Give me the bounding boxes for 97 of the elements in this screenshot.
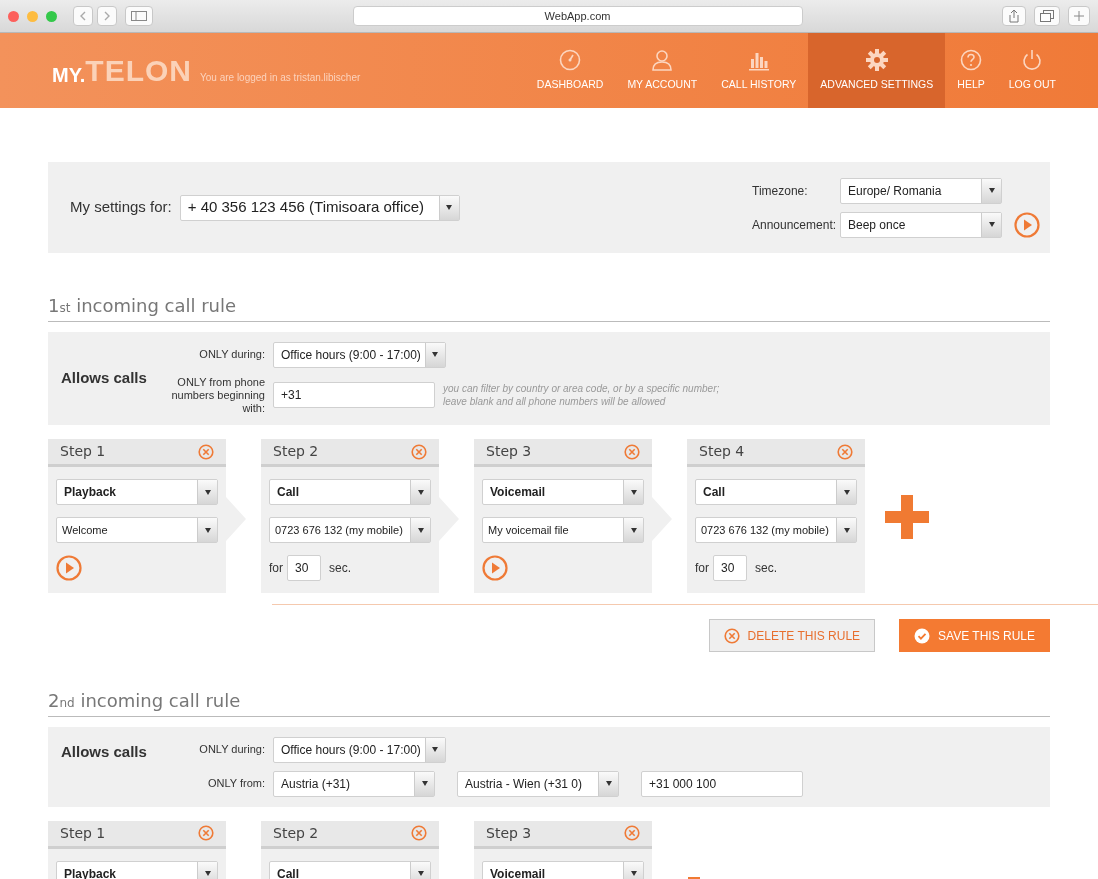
text-field[interactable]: +31 — [273, 382, 435, 409]
close-icon[interactable] — [837, 443, 853, 460]
duration-field[interactable]: 30 — [713, 555, 747, 582]
login-text: You are logged in as tristan.libischer — [200, 71, 361, 85]
caret-icon — [836, 480, 856, 505]
step-title: Step 3 — [486, 823, 532, 843]
step-title: Step 3 — [486, 442, 532, 462]
dropdown[interactable]: Playback — [56, 479, 218, 506]
dropdown[interactable]: Europe/ Romania — [840, 177, 1002, 204]
close-icon[interactable] — [198, 825, 214, 842]
caret-icon — [598, 771, 618, 796]
unit-label: sec. — [329, 560, 352, 578]
duration-field[interactable]: 30 — [287, 555, 321, 582]
address-bar[interactable]: WebApp.com — [352, 6, 803, 26]
caret-icon — [424, 342, 445, 367]
caret-icon — [981, 178, 1001, 203]
share-button[interactable] — [1002, 6, 1026, 26]
close-icon[interactable] — [411, 443, 427, 460]
dropdown[interactable]: 0723 676 132 (my mobile) — [695, 517, 857, 544]
caret-icon — [438, 195, 459, 220]
dropdown[interactable]: Call — [695, 479, 857, 506]
logo-text: TELON — [85, 53, 192, 89]
caret-icon — [623, 480, 643, 505]
dropdown[interactable]: Voicemail — [482, 860, 644, 879]
dropdown[interactable]: Call — [269, 860, 431, 879]
caret-icon — [981, 212, 1001, 237]
user-icon — [651, 48, 674, 71]
step-title: Step 1 — [60, 442, 106, 462]
tabs-icon — [1040, 10, 1054, 22]
caret-icon — [410, 518, 430, 543]
field-label: Announcement: — [752, 216, 838, 234]
dropdown[interactable]: Beep once — [840, 211, 1002, 238]
field-label: ONLY from: — [206, 777, 265, 791]
step-title: Step 1 — [60, 823, 106, 843]
window-control-icon[interactable] — [8, 10, 19, 22]
dropdown[interactable]: Welcome — [56, 517, 218, 544]
plus-icon — [1074, 11, 1084, 21]
caret-icon — [424, 737, 445, 762]
caret-icon — [197, 518, 217, 543]
new-tab-button[interactable] — [1068, 6, 1090, 26]
chevron-left-icon — [79, 11, 87, 21]
logo-text: MY. — [52, 64, 86, 88]
window-control-icon[interactable] — [46, 10, 57, 22]
close-icon — [723, 627, 740, 644]
text-field[interactable]: +31 000 100 — [641, 770, 803, 797]
dropdown[interactable]: Office hours (9:00 - 17:00) — [273, 736, 446, 763]
dropdown[interactable]: Office hours (9:00 - 17:00) — [273, 341, 446, 368]
sidebar-icon — [131, 11, 147, 21]
sidebar-button[interactable] — [125, 6, 153, 26]
dropdown[interactable]: + 40 356 123 456 (Timisoara office) — [179, 194, 460, 221]
gauge-icon — [559, 48, 582, 71]
dropdown[interactable]: My voicemail file — [482, 517, 644, 544]
allows-label: Allows calls — [61, 741, 148, 762]
caret-icon — [623, 861, 643, 879]
dropdown[interactable]: Call — [269, 479, 431, 506]
step-title: Step 4 — [699, 442, 745, 462]
window-control-icon[interactable] — [27, 10, 38, 22]
step-title: Step 2 — [273, 442, 319, 462]
caret-icon — [836, 518, 856, 543]
share-icon — [1008, 9, 1020, 23]
close-icon[interactable] — [411, 825, 427, 842]
play-icon[interactable] — [1014, 211, 1040, 238]
caret-icon — [414, 771, 434, 796]
hint-text: you can filter by country or area code, or by a specific number; leave blank and all phone numbers will be allowed — [443, 382, 721, 409]
caret-icon — [197, 480, 217, 505]
add-step-icon[interactable] — [885, 495, 929, 540]
field-label: Timezone: — [752, 182, 809, 200]
unit-label: for — [695, 560, 709, 578]
settings-label: My settings for: — [70, 197, 172, 218]
field-label: ONLY from phone numbers beginning with: — [170, 375, 265, 416]
caret-icon — [410, 861, 430, 879]
forward-button[interactable] — [97, 6, 117, 26]
unit-label: sec. — [755, 560, 778, 578]
help-icon — [960, 48, 982, 71]
check-icon — [914, 627, 931, 644]
back-button[interactable] — [73, 6, 93, 26]
caret-icon — [197, 861, 217, 879]
close-icon[interactable] — [624, 443, 640, 460]
close-icon[interactable] — [198, 443, 214, 460]
chevron-right-icon — [103, 11, 111, 21]
nav-item[interactable]: ADVANCED SETTINGS — [808, 33, 946, 108]
caret-icon — [410, 480, 430, 505]
play-icon[interactable] — [56, 555, 82, 582]
dropdown[interactable]: Voicemail — [482, 479, 644, 506]
unit-label: for — [269, 560, 283, 578]
dropdown[interactable]: Austria - Wien (+31 0) — [457, 770, 619, 797]
power-icon — [1021, 48, 1044, 71]
caret-icon — [623, 518, 643, 543]
dropdown[interactable]: Austria (+31) — [273, 770, 435, 797]
dropdown[interactable]: 0723 676 132 (my mobile) — [269, 517, 431, 544]
play-icon[interactable] — [482, 555, 508, 582]
field-label: ONLY during: — [198, 743, 265, 757]
close-icon[interactable] — [624, 825, 640, 842]
tabs-button[interactable] — [1034, 6, 1060, 26]
field-label: ONLY during: — [198, 348, 265, 362]
step-title: Step 2 — [273, 823, 319, 843]
allows-label: Allows calls — [61, 368, 148, 389]
